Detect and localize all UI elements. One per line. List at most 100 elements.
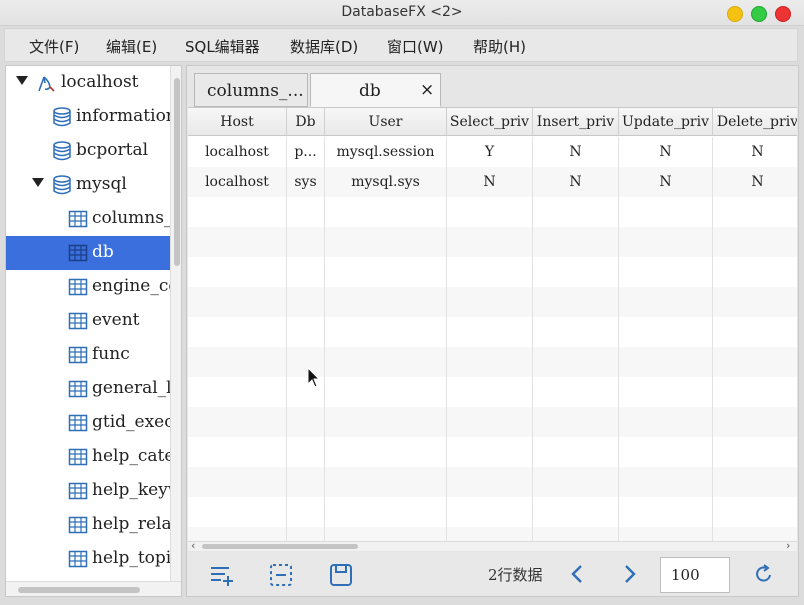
refresh-icon[interactable]	[753, 563, 775, 585]
tree-item-help-relation[interactable]: help_relation	[6, 508, 170, 542]
grid-cell[interactable]: localhost	[188, 167, 287, 197]
title-bar: DatabaseFX <2>	[0, 0, 804, 26]
tree-item-func[interactable]: func	[6, 338, 170, 372]
table-row[interactable]: localhost sys mysql.sys N N N N	[188, 167, 797, 197]
tab-db[interactable]: db ×	[310, 73, 441, 107]
server-icon	[38, 76, 55, 92]
scroll-left-icon[interactable]: ‹	[191, 539, 195, 552]
delete-row-icon[interactable]	[268, 562, 294, 588]
tree-item-label: information_schema	[76, 106, 170, 126]
tree-item-localhost[interactable]: localhost	[6, 66, 170, 100]
next-page-icon[interactable]	[618, 563, 640, 585]
maximize-button[interactable]	[751, 6, 767, 22]
tree-item-gtid-executed[interactable]: gtid_executed	[6, 406, 170, 440]
column-header-db[interactable]: Db	[287, 108, 325, 136]
scroll-right-icon[interactable]: ›	[786, 539, 790, 552]
grid-cell[interactable]: sys	[287, 167, 325, 197]
minimize-button[interactable]	[727, 6, 743, 22]
tree-item-engine-cost[interactable]: engine_cost	[6, 270, 170, 304]
grid-toolbar: 2行数据	[188, 552, 797, 596]
tab-columns-priv[interactable]: columns_...	[194, 73, 308, 107]
grid-cell[interactable]: N	[713, 167, 797, 197]
tree-item-label: general_log	[92, 378, 170, 398]
tree-item-help-category[interactable]: help_category	[6, 440, 170, 474]
empty-row	[188, 407, 797, 437]
tree-item-help-keyword[interactable]: help_keyword	[6, 474, 170, 508]
table-row[interactable]: localhost p... mysql.session Y N N N	[188, 137, 797, 167]
add-row-icon[interactable]	[208, 562, 234, 588]
save-icon[interactable]	[328, 562, 354, 588]
tree-item-label: help_relation	[92, 514, 170, 534]
grid-cell[interactable]: mysql.sys	[325, 167, 447, 197]
tree-item-label: help_keyword	[92, 480, 170, 500]
empty-row	[188, 197, 797, 227]
column-header-host[interactable]: Host	[188, 108, 287, 136]
tree-item-event[interactable]: event	[6, 304, 170, 338]
close-window-button[interactable]	[775, 6, 791, 22]
tree-item-help-topic[interactable]: help_topic	[6, 542, 170, 576]
expand-arrow-icon[interactable]	[32, 178, 44, 187]
tree-item-label: bcportal	[76, 140, 149, 160]
scroll-thumb[interactable]	[202, 544, 358, 549]
empty-row	[188, 317, 797, 347]
database-tree: localhost information_schema bcportal my…	[5, 65, 182, 597]
grid-cell[interactable]: N	[619, 167, 713, 197]
tree-item-label: mysql	[76, 174, 127, 194]
menu-file[interactable]: 文件(F)	[29, 36, 79, 57]
tree-vertical-scrollbar[interactable]	[170, 66, 181, 581]
grid-header: Host Db User Select_priv Insert_priv Upd…	[188, 108, 797, 136]
grid-cell[interactable]: N	[533, 167, 619, 197]
tree-item-columns-priv[interactable]: columns_priv	[6, 202, 170, 236]
mouse-cursor-icon	[307, 367, 321, 388]
close-tab-icon[interactable]: ×	[420, 80, 434, 100]
grid-cell[interactable]: N	[447, 167, 533, 197]
tree-item-label: columns_priv	[92, 208, 170, 228]
tree-horizontal-scrollbar[interactable]	[6, 581, 181, 596]
empty-row	[188, 377, 797, 407]
tree-item-label: func	[92, 344, 130, 364]
table-icon	[68, 448, 88, 466]
tree-item-label: db	[92, 242, 114, 262]
expand-arrow-icon[interactable]	[16, 76, 28, 85]
column-header-user[interactable]: User	[325, 108, 447, 136]
tree-item-label: localhost	[61, 72, 139, 92]
table-icon	[68, 414, 88, 432]
grid-horizontal-scrollbar[interactable]: ‹ ›	[188, 539, 797, 552]
scroll-thumb[interactable]	[174, 78, 180, 266]
tree-item-information-schema[interactable]: information_schema	[6, 100, 170, 134]
menu-sql-editor[interactable]: SQL编辑器	[185, 36, 260, 57]
table-icon	[68, 278, 88, 296]
grid-cell[interactable]: N	[533, 137, 619, 167]
table-icon	[68, 482, 88, 500]
column-header-update-priv[interactable]: Update_priv	[619, 108, 713, 136]
column-header-select-priv[interactable]: Select_priv	[447, 108, 533, 136]
menu-edit[interactable]: 编辑(E)	[106, 36, 157, 57]
tree-item-bcportal[interactable]: bcportal	[6, 134, 170, 168]
grid-cell[interactable]: p...	[287, 137, 325, 167]
menu-help[interactable]: 帮助(H)	[473, 36, 526, 57]
table-icon	[68, 550, 88, 568]
previous-page-icon[interactable]	[567, 563, 589, 585]
table-icon	[68, 516, 88, 534]
empty-row	[188, 287, 797, 317]
menu-window[interactable]: 窗口(W)	[387, 36, 444, 57]
grid-cell[interactable]: mysql.session	[325, 137, 447, 167]
tree-item-mysql[interactable]: mysql	[6, 168, 170, 202]
grid-cell[interactable]: localhost	[188, 137, 287, 167]
empty-row	[188, 497, 797, 527]
page-size-input[interactable]	[660, 557, 730, 593]
column-header-delete-priv[interactable]: Delete_priv	[713, 108, 797, 136]
column-header-insert-priv[interactable]: Insert_priv	[533, 108, 619, 136]
database-icon	[53, 175, 71, 195]
grid-cell[interactable]: N	[619, 137, 713, 167]
tree-item-general-log[interactable]: general_log	[6, 372, 170, 406]
scroll-thumb[interactable]	[18, 587, 140, 593]
menu-database[interactable]: 数据库(D)	[290, 36, 358, 57]
tree-item-label: help_topic	[92, 548, 170, 568]
grid-cell[interactable]: N	[713, 137, 797, 167]
tree-item-db[interactable]: db	[6, 236, 170, 270]
row-count-label: 2行数据	[488, 566, 543, 584]
tree-item-label: event	[92, 310, 140, 330]
grid-cell[interactable]: Y	[447, 137, 533, 167]
empty-row	[188, 257, 797, 287]
